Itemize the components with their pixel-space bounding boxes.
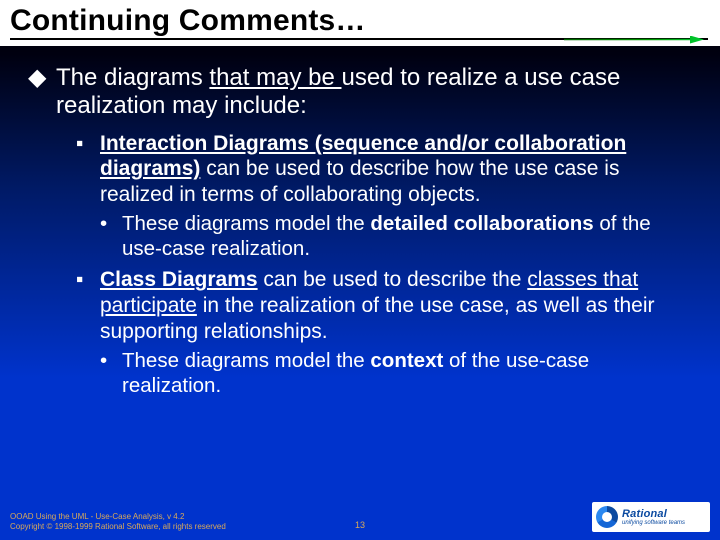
square-bullet-icon: ▪ <box>76 267 100 344</box>
dot-bullet-icon: • <box>100 211 122 261</box>
text-fragment: These diagrams model the <box>122 349 370 372</box>
level2-text: Class Diagrams can be used to describe t… <box>100 267 692 344</box>
level2-text: Interaction Diagrams (sequence and/or co… <box>100 131 692 208</box>
rational-logo: Rational unifying software teams <box>592 502 710 532</box>
bullet-level1: ◆ The diagrams that may be used to reali… <box>28 64 692 121</box>
slide-title: Continuing Comments… <box>10 4 710 38</box>
level2-group: ▪ Interaction Diagrams (sequence and/or … <box>28 131 692 399</box>
bullet-level3: • These diagrams model the context of th… <box>76 348 692 398</box>
logo-main-text: Rational <box>622 509 685 520</box>
bullet-level2: ▪ Interaction Diagrams (sequence and/or … <box>76 131 692 208</box>
bullet-level3: • These diagrams model the detailed coll… <box>76 211 692 261</box>
dot-bullet-icon: • <box>100 348 122 398</box>
footer-left: OOAD Using the UML - Use-Case Analysis, … <box>10 512 226 532</box>
text-fragment: can be used to describe the <box>258 268 528 291</box>
text-bold: detailed collaborations <box>370 212 593 235</box>
logo-sub-text: unifying software teams <box>622 520 685 526</box>
square-bullet-icon: ▪ <box>76 131 100 208</box>
title-bar: Continuing Comments… <box>0 0 720 46</box>
level3-text: These diagrams model the detailed collab… <box>122 211 692 261</box>
text-fragment: These diagrams model the <box>122 212 370 235</box>
logo-text: Rational unifying software teams <box>622 509 685 526</box>
level1-text: The diagrams that may be used to realize… <box>56 64 692 121</box>
page-number: 13 <box>355 520 365 530</box>
text-bold-underline: Class Diagrams <box>100 268 258 291</box>
text-fragment: The diagrams <box>56 64 209 91</box>
footer-line1: OOAD Using the UML - Use-Case Analysis, … <box>10 512 226 522</box>
slide: Continuing Comments… ◆ The diagrams that… <box>0 0 720 540</box>
level3-text: These diagrams model the context of the … <box>122 348 692 398</box>
text-underline: that may be <box>209 64 341 91</box>
bullet-level2: ▪ Class Diagrams can be used to describe… <box>76 267 692 344</box>
footer-line2: Copyright © 1998-1999 Rational Software,… <box>10 522 226 532</box>
rational-swirl-icon <box>596 506 618 528</box>
text-bold: context <box>370 349 443 372</box>
diamond-bullet-icon: ◆ <box>28 64 56 121</box>
content-area: ◆ The diagrams that may be used to reali… <box>0 46 720 398</box>
